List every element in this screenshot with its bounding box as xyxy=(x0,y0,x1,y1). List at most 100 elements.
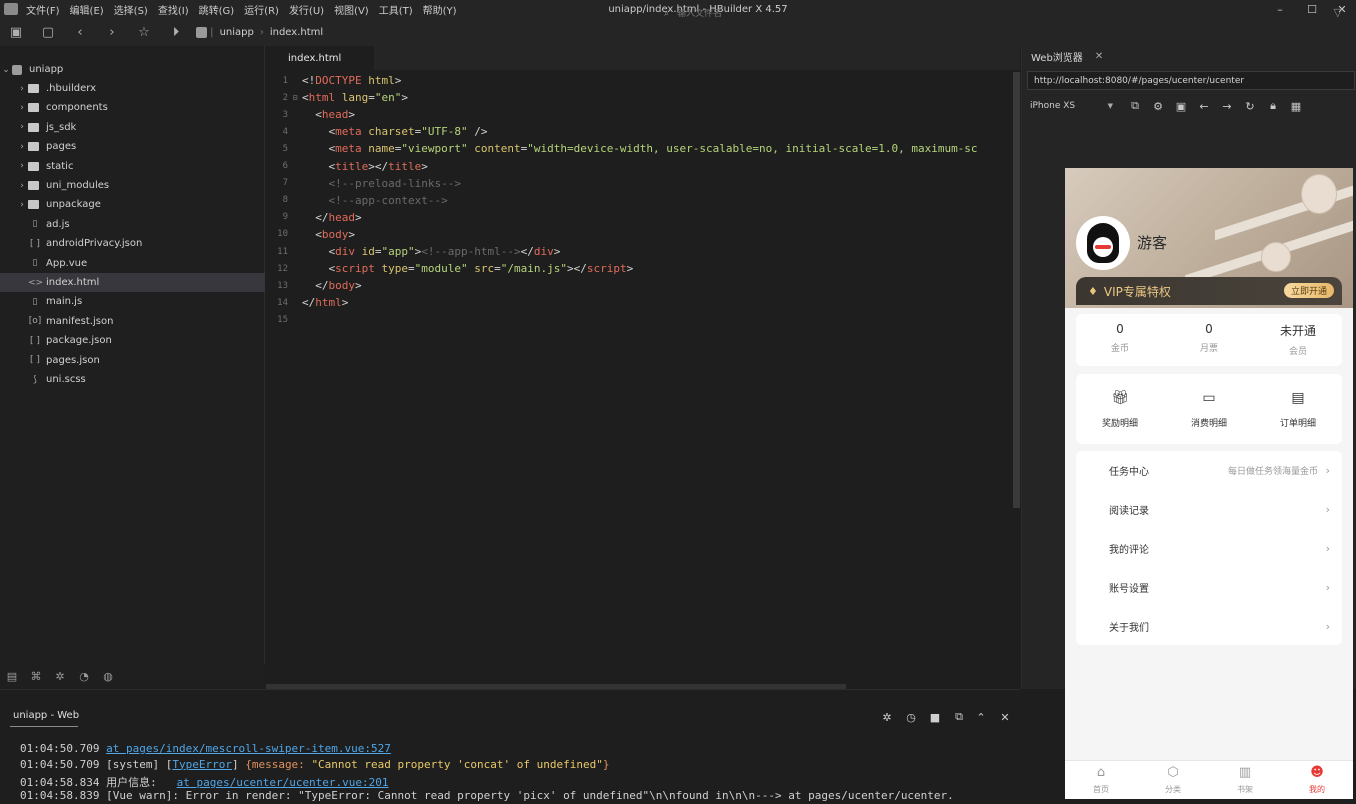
menu-row[interactable]: 阅读记录 › xyxy=(1076,490,1342,529)
back-icon[interactable]: ‹ xyxy=(64,25,96,40)
screenshot-icon[interactable]: ⧉ xyxy=(1126,98,1144,114)
code-line[interactable]: 5 <meta name="viewport" content="width=d… xyxy=(266,140,1020,157)
code-line[interactable]: 7 <!--preload-links--> xyxy=(266,175,1020,192)
code-line[interactable]: 11 <div id="app"><!--app-html--></div> xyxy=(266,243,1020,260)
code-line[interactable]: 12 <script type="module" src="/main.js">… xyxy=(266,260,1020,277)
menu-item[interactable]: 发行(U) xyxy=(289,2,324,17)
code-line[interactable]: 6 <title></title> xyxy=(266,158,1020,175)
vip-banner[interactable]: ♦ VIP专属特权 立即开通 xyxy=(1076,277,1342,305)
device-select[interactable]: iPhone XS ▼ xyxy=(1027,97,1119,114)
menu-row[interactable]: 我的评论 › xyxy=(1076,529,1342,568)
menu-item[interactable]: 选择(S) xyxy=(114,2,148,17)
tab-mine[interactable]: ☻ 我的 xyxy=(1281,765,1353,795)
code-line[interactable]: 2 ⊟ <html lang="en"> xyxy=(266,89,1020,106)
save-icon[interactable]: ▢ xyxy=(32,25,64,40)
tree-item[interactable]: ▯ App.vue xyxy=(0,254,265,273)
editor-tab-index-html[interactable]: index.html xyxy=(266,46,374,70)
close-console-icon[interactable]: ✕ xyxy=(996,710,1014,724)
devtools-icon[interactable]: ▣ xyxy=(1172,98,1190,114)
arrow-right-icon[interactable]: → xyxy=(1218,98,1236,114)
menu-row[interactable]: 账号设置 › xyxy=(1076,568,1342,607)
arrow-left-icon[interactable]: ← xyxy=(1195,98,1213,114)
bookmark-icon[interactable]: ☆ xyxy=(128,25,160,40)
code-line[interactable]: 4 <meta charset="UTF-8" /> xyxy=(266,123,1020,140)
run-icon[interactable]: ⏵ xyxy=(160,25,192,40)
log-link[interactable]: at pages/index/mescroll-swiper-item.vue:… xyxy=(106,742,391,755)
editor-vertical-scrollbar[interactable] xyxy=(1013,72,1020,508)
debug-icon[interactable]: ✲ xyxy=(878,710,896,724)
code-line[interactable]: 9 </head> xyxy=(266,209,1020,226)
filter-icon[interactable]: ▽ xyxy=(1334,6,1342,19)
menu-item[interactable]: 文件(F) xyxy=(26,2,60,17)
tree-item[interactable]: › unpackage xyxy=(0,195,265,214)
tree-item[interactable]: ⟆ uni.scss xyxy=(0,370,265,389)
tree-item[interactable]: › .hbuilderx xyxy=(0,79,265,98)
code-line[interactable]: 1 <!DOCTYPE html> xyxy=(266,72,1020,89)
url-input[interactable] xyxy=(1028,72,1354,89)
tree-item[interactable]: › js_sdk xyxy=(0,118,265,137)
files-icon[interactable]: ▤ xyxy=(0,670,24,683)
menu-item[interactable]: 视图(V) xyxy=(334,2,369,17)
menu-item[interactable]: 运行(R) xyxy=(244,2,279,17)
menu-item[interactable]: 帮助(Y) xyxy=(423,2,457,17)
code-line[interactable]: 8 <!--app-context--> xyxy=(266,192,1020,209)
code-line[interactable]: 15 xyxy=(266,311,1020,328)
stat-item[interactable]: 0 月票 xyxy=(1165,322,1253,354)
tree-item[interactable]: [ ] package.json xyxy=(0,331,265,350)
auto-scroll-icon[interactable]: ◷ xyxy=(902,710,920,724)
tree-item[interactable]: › static xyxy=(0,157,265,176)
menu-row[interactable]: 关于我们 › xyxy=(1076,607,1342,646)
tree-item[interactable]: <> index.html xyxy=(0,273,265,292)
menu-item[interactable]: 查找(I) xyxy=(158,2,189,17)
quick-link[interactable]: ▤ 订单明细 xyxy=(1254,390,1342,429)
tree-item[interactable]: ▯ ad.js xyxy=(0,215,265,234)
tree-item[interactable]: › pages xyxy=(0,137,265,156)
stat-item[interactable]: 未开通 会员 xyxy=(1254,322,1342,357)
minimize-icon[interactable]: – xyxy=(1268,0,1292,18)
settings-icon[interactable]: ⚙ xyxy=(1149,98,1167,114)
quick-link[interactable]: 🎁︎ 奖励明细 xyxy=(1076,390,1164,429)
debug-icon[interactable]: ✲ xyxy=(48,670,72,683)
code-line[interactable]: 13 </body> xyxy=(266,277,1020,294)
binoculars-icon[interactable]: ⌘ xyxy=(24,670,48,683)
vip-open-button[interactable]: 立即开通 xyxy=(1283,283,1334,298)
code-editor[interactable]: index.html 1 <!DOCTYPE html> 2 ⊟ <html lang=… xyxy=(266,46,1020,689)
stop-icon[interactable]: ■ xyxy=(926,710,944,724)
refresh-icon[interactable]: ↻ xyxy=(1241,98,1259,114)
source-control-icon[interactable]: ◔ xyxy=(72,670,96,683)
breadcrumb-project[interactable]: uniapp xyxy=(220,27,254,38)
menu-item[interactable]: 跳转(G) xyxy=(199,2,235,17)
tree-item[interactable]: › components xyxy=(0,98,265,117)
code-line[interactable]: 10 <body> xyxy=(266,226,1020,243)
plugin-icon[interactable]: ◍ xyxy=(96,670,120,683)
code-line[interactable]: 14 </html> xyxy=(266,294,1020,311)
tab-home[interactable]: ⌂ 首页 xyxy=(1065,765,1137,795)
tree-item[interactable]: › uni_modules xyxy=(0,176,265,195)
tree-item[interactable]: [o] manifest.json xyxy=(0,312,265,331)
tab-category[interactable]: ⬡ 分类 xyxy=(1137,765,1209,795)
menu-item[interactable]: 编辑(E) xyxy=(70,2,104,17)
new-file-icon[interactable]: ▣ xyxy=(0,25,32,40)
log-link[interactable]: TypeError xyxy=(172,758,232,771)
menu-row[interactable]: 任务中心 每日做任务领海量金币 › xyxy=(1076,451,1342,490)
collapse-icon[interactable]: ⌃ xyxy=(972,710,990,724)
browser-tab[interactable]: Web浏览器 ✕ xyxy=(1022,46,1108,66)
maximize-icon[interactable]: ☐ xyxy=(1300,0,1324,18)
quick-link[interactable]: ▭ 消费明细 xyxy=(1165,390,1253,429)
tree-item[interactable]: ▯ main.js xyxy=(0,292,265,311)
qrcode-icon[interactable]: ▦ xyxy=(1287,98,1305,114)
file-search-input[interactable] xyxy=(677,9,938,19)
tree-item[interactable]: [ ] pages.json xyxy=(0,351,265,370)
tab-bookshelf[interactable]: ▥ 书架 xyxy=(1209,765,1281,795)
forward-icon[interactable]: › xyxy=(96,25,128,40)
tree-item[interactable]: [ ] androidPrivacy.json xyxy=(0,234,265,253)
fold-icon[interactable]: ⊟ xyxy=(288,93,302,102)
console-title[interactable]: uniapp - Web xyxy=(13,710,79,721)
close-tab-icon[interactable]: ✕ xyxy=(1095,51,1103,62)
log-link[interactable]: at pages/ucenter/ucenter.vue:201 xyxy=(177,776,389,789)
menu-item[interactable]: 工具(T) xyxy=(379,2,413,17)
code-line[interactable]: 3 <head> xyxy=(266,106,1020,123)
breadcrumb-file[interactable]: index.html xyxy=(270,27,323,38)
tree-project-root[interactable]: ⌄ uniapp xyxy=(0,60,265,79)
avatar[interactable] xyxy=(1076,216,1130,270)
